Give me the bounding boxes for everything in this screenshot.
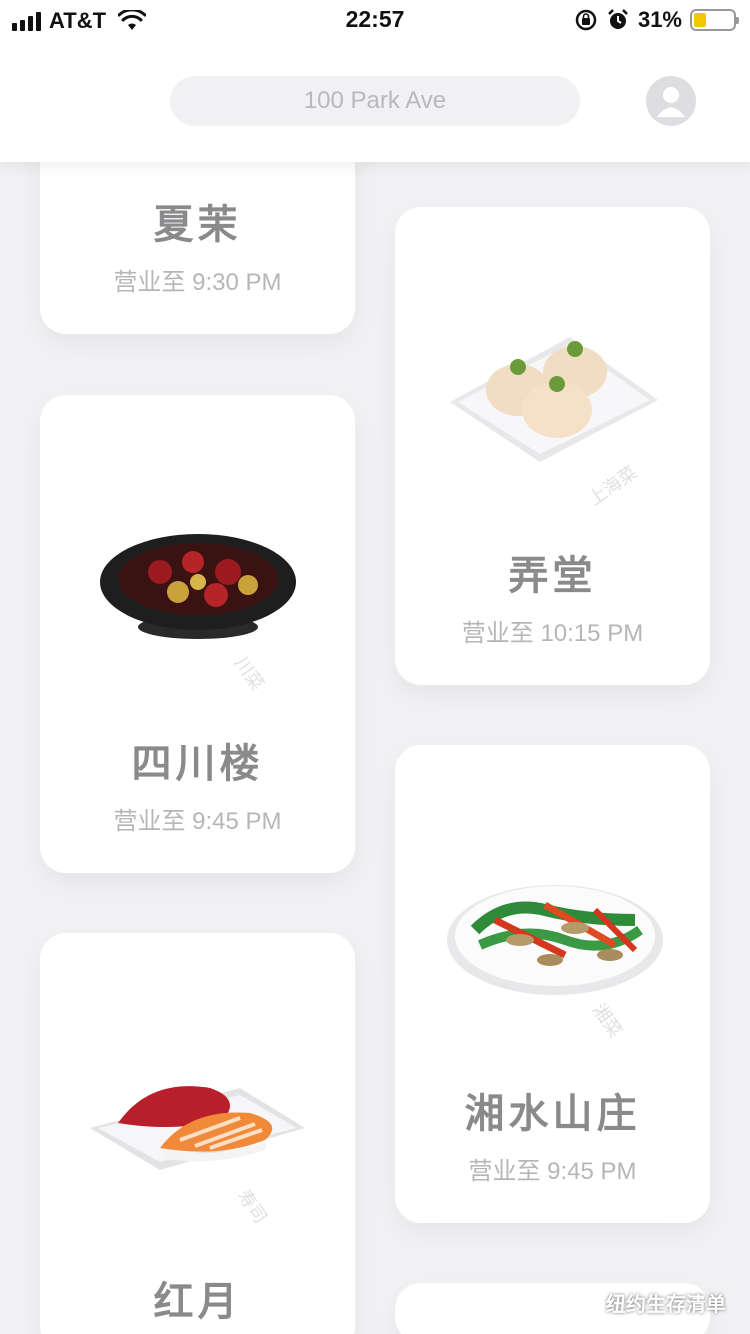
restaurant-name: 夏茉 (153, 203, 242, 247)
cuisine-tag: 川菜 (230, 653, 268, 695)
status-bar: AT&T 22:57 31% (0, 0, 750, 40)
rotation-lock-icon (575, 9, 597, 31)
stir-fry-illustration (447, 885, 663, 995)
restaurant-hours: 营业至 10:15 PM (461, 620, 644, 647)
watermark-text: 纽约生存清单 (606, 1294, 726, 1316)
soup-dumplings-illustration (450, 337, 658, 462)
address-search[interactable]: 100 Park Ave (170, 76, 580, 126)
restaurant-name: 四川楼 (131, 742, 264, 786)
header: 100 Park Ave (0, 40, 750, 162)
restaurant-hours: 营业至 9:30 PM (113, 269, 282, 296)
status-right: 31% (574, 7, 739, 33)
watermark: 纽约生存清单 (570, 1288, 726, 1317)
restaurant-card[interactable]: 湘菜 湘水山庄 营业至 9:45 PM (395, 745, 710, 1223)
restaurant-card[interactable]: 川菜 四川楼 营业至 9:45 PM (40, 395, 355, 873)
cuisine-tag: 湘菜 (588, 1000, 626, 1042)
user-icon[interactable] (646, 76, 696, 126)
restaurant-card[interactable]: 寿司 红月 (40, 933, 355, 1334)
restaurant-name: 弄堂 (508, 554, 597, 598)
sushi-illustration (90, 1086, 305, 1170)
battery-icon (690, 9, 739, 31)
wechat-icon (570, 1291, 597, 1313)
restaurant-hours: 营业至 9:45 PM (468, 1158, 637, 1185)
restaurant-name: 红月 (153, 1280, 242, 1324)
battery-fill (694, 13, 706, 27)
spicy-chicken-illustration (100, 534, 296, 639)
alarm-icon (608, 9, 628, 29)
battery-percent: 31% (637, 7, 682, 32)
restaurant-hours: 营业至 9:45 PM (113, 808, 282, 835)
user-icon-glyph (657, 87, 685, 117)
restaurant-name: 湘水山庄 (464, 1092, 641, 1136)
restaurant-card[interactable]: 上海菜 弄堂 营业至 10:15 PM (395, 207, 710, 685)
